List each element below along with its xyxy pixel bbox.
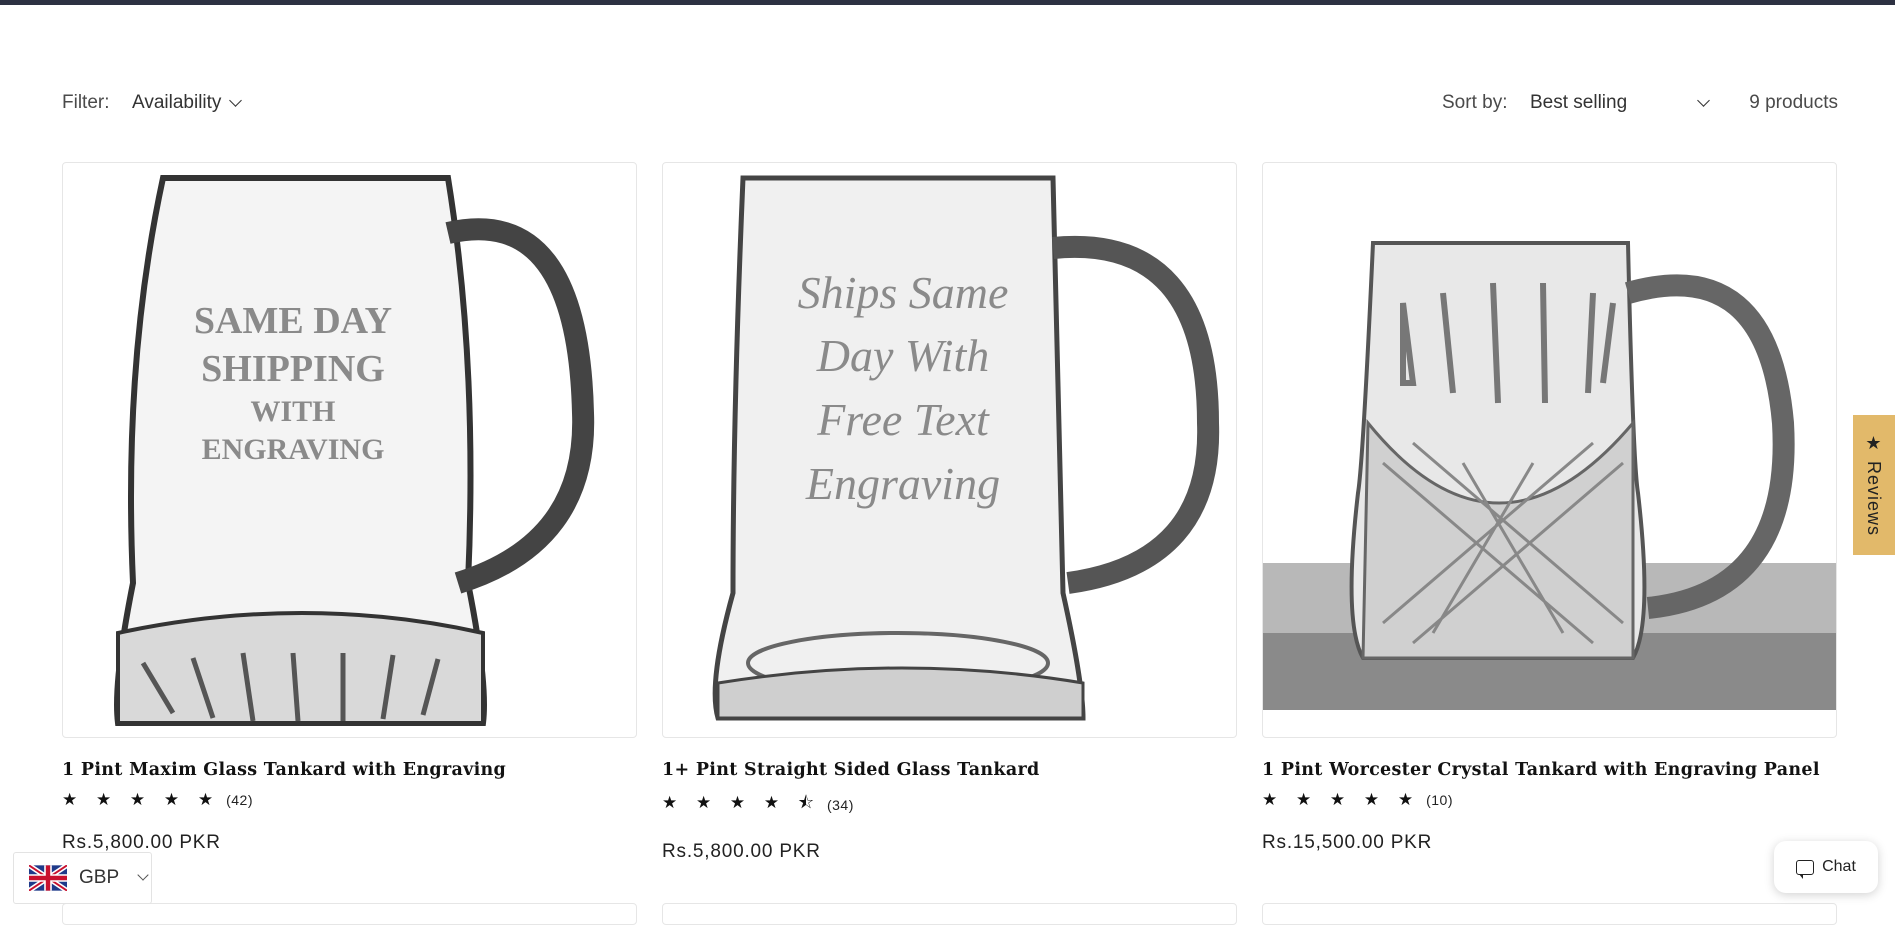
star-rating-icon: ★ ★ ★ ★ ★: [1262, 790, 1421, 809]
product-card[interactable]: Ships Same Day With Free Text Engraving …: [662, 162, 1237, 863]
reviews-tab[interactable]: ★ Reviews: [1853, 415, 1895, 555]
engraving-text: Engraving: [805, 458, 1000, 509]
chevron-down-icon: [1697, 93, 1710, 107]
review-count: (34): [826, 796, 854, 813]
header-bar: [0, 0, 1895, 5]
engraving-text: Free Text: [816, 394, 990, 445]
chat-button[interactable]: Chat: [1774, 841, 1878, 893]
chat-label: Chat: [1822, 858, 1856, 875]
engraving-text: ENGRAVING: [202, 433, 385, 466]
chevron-down-icon: [137, 869, 149, 881]
product-card[interactable]: [1262, 903, 1837, 925]
product-card[interactable]: [662, 903, 1237, 925]
engraving-text: WITH: [250, 395, 335, 428]
engraving-text: Day With: [816, 330, 989, 381]
product-image[interactable]: SAME DAY SHIPPING WITH ENGRAVING: [62, 162, 637, 738]
sort-select[interactable]: Best selling: [1530, 92, 1710, 114]
product-price: Rs.15,500.00 PKR: [1262, 832, 1433, 853]
availability-label: Availability: [132, 92, 222, 113]
chevron-down-icon: [229, 93, 243, 107]
product-rating: ★ ★ ★ ★ ★ (10): [1262, 790, 1837, 810]
reviews-tab-label: ★ Reviews: [1864, 433, 1884, 537]
product-title[interactable]: 1+ Pint Straight Sided Glass Tankard: [662, 760, 1237, 780]
sort-value: Best selling: [1530, 92, 1628, 113]
product-card[interactable]: [62, 903, 637, 925]
engraving-text: SHIPPING: [201, 348, 385, 390]
star-rating-icon: ★ ★ ★ ★ ★: [62, 790, 221, 809]
product-title[interactable]: 1 Pint Maxim Glass Tankard with Engravin…: [62, 760, 637, 780]
currency-code: GBP: [79, 867, 120, 888]
product-title[interactable]: 1 Pint Worcester Crystal Tankard with En…: [1262, 760, 1837, 780]
product-card[interactable]: 1 Pint Worcester Crystal Tankard with En…: [1262, 162, 1837, 854]
availability-filter[interactable]: Availability: [132, 92, 243, 114]
product-count: 9 products: [1749, 92, 1838, 113]
star-rating-icon: ★ ★ ★ ★ ⯪: [662, 793, 821, 812]
currency-selector[interactable]: GBP: [13, 852, 152, 904]
product-image[interactable]: [1262, 162, 1837, 738]
product-price: Rs.5,800.00 PKR: [62, 832, 221, 853]
product-rating: ★ ★ ★ ★ ★ (42): [62, 790, 637, 810]
product-rating: ★ ★ ★ ★ ⯪ (34): [662, 790, 1237, 819]
filter-label: Filter:: [62, 92, 110, 113]
review-count: (42): [226, 792, 253, 808]
product-card[interactable]: SAME DAY SHIPPING WITH ENGRAVING 1 Pint …: [62, 162, 637, 854]
engraving-text: SAME DAY: [194, 300, 392, 342]
product-price: Rs.5,800.00 PKR: [662, 841, 821, 862]
uk-flag-icon: [29, 865, 67, 891]
product-image[interactable]: Ships Same Day With Free Text Engraving: [662, 162, 1237, 738]
chat-bubble-icon: [1796, 859, 1815, 879]
engraving-text: Ships Same: [798, 267, 1009, 318]
review-count: (10): [1426, 792, 1453, 808]
sort-label: Sort by:: [1442, 92, 1508, 113]
